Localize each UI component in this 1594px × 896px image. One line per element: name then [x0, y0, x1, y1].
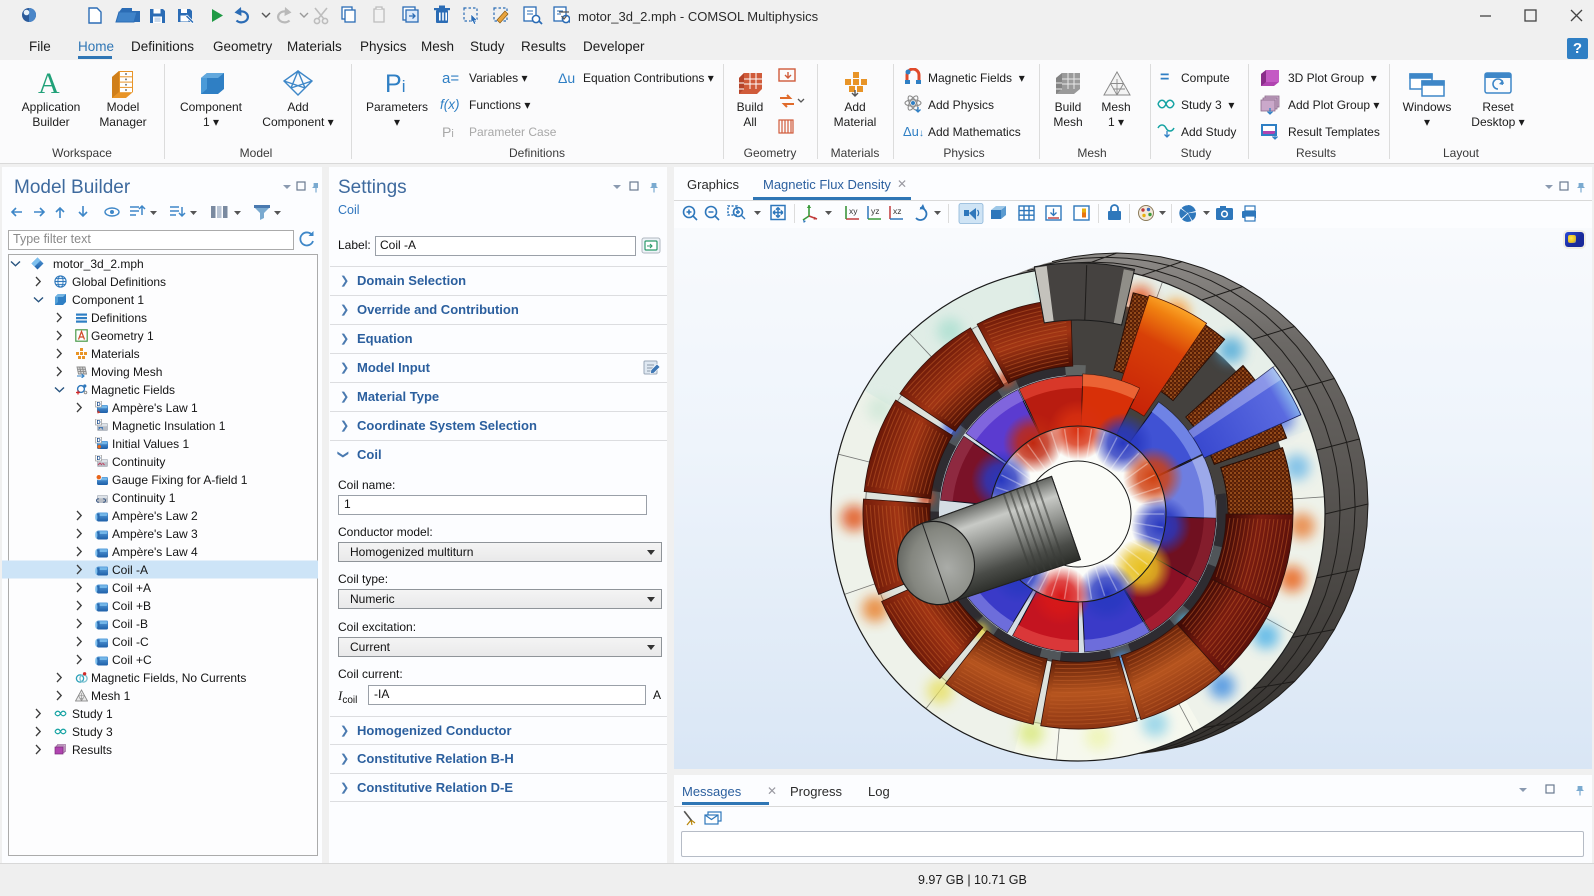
svg-text:xz: xz	[893, 206, 902, 216]
svg-text:xy: xy	[849, 206, 858, 216]
svg-text:yz: yz	[871, 206, 880, 216]
